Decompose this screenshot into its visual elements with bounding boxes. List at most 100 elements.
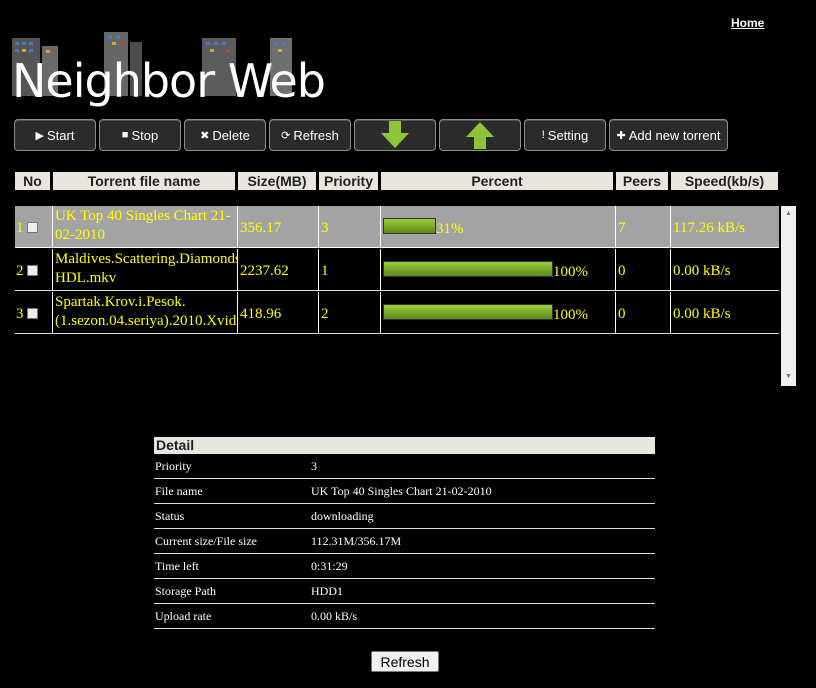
setting-icon: ! xyxy=(541,129,545,141)
setting-button[interactable]: ! Setting xyxy=(524,119,606,151)
delete-icon: ✖ xyxy=(200,129,210,142)
detail-value: 0:31:29 xyxy=(311,559,348,573)
detail-key: File name xyxy=(155,484,203,498)
detail-row: Upload rate 0.00 kB/s xyxy=(154,604,655,629)
torrent-peers: 7 xyxy=(618,220,626,236)
cell-peers: 0 xyxy=(616,292,671,333)
detail-value: 3 xyxy=(311,459,317,473)
col-peers: Peers xyxy=(616,172,668,190)
detail-row: Priority 3 xyxy=(154,454,655,479)
delete-button[interactable]: ✖ Delete xyxy=(184,119,266,151)
refresh-button[interactable]: ⟳ Refresh xyxy=(269,119,351,151)
scroll-down-icon[interactable]: ▼ xyxy=(785,373,792,380)
delete-label: Delete xyxy=(212,127,250,143)
detail-row: Status downloading xyxy=(154,504,655,529)
cell-speed: 117.26 kB/s xyxy=(671,206,779,247)
torrent-priority: 3 xyxy=(321,220,329,236)
table-row[interactable]: 1 UK Top 40 Singles Chart 21-02-2010 356.1… xyxy=(15,206,779,248)
detail-key: Storage Path xyxy=(155,584,216,598)
arrow-up-icon xyxy=(466,122,494,149)
cell-no: 2 xyxy=(15,249,53,290)
col-no: No xyxy=(15,172,50,190)
row-number: 2 xyxy=(16,263,24,279)
detail-row: File name UK Top 40 Singles Chart 21-02-2… xyxy=(154,479,655,504)
row-checkbox[interactable] xyxy=(27,308,38,319)
detail-row: Time left 0:31:29 xyxy=(154,554,655,579)
cell-priority: 2 xyxy=(319,292,381,333)
refresh-label: Refresh xyxy=(293,127,339,143)
cell-priority: 3 xyxy=(319,206,381,247)
progress-bar xyxy=(383,261,553,277)
detail-value: downloading xyxy=(311,509,374,523)
torrent-name: UK Top 40 Singles Chart 21-02-2010 xyxy=(55,208,231,243)
detail-value: 112.31M/356.17M xyxy=(311,534,402,548)
cell-size: 2237.62 xyxy=(238,249,319,290)
torrent-speed: 117.26 kB/s xyxy=(673,220,745,236)
add-torrent-button[interactable]: ✚ Add new torrent xyxy=(609,119,728,151)
cell-no: 3 xyxy=(15,292,53,333)
stop-button[interactable]: ■ Stop xyxy=(99,119,181,151)
setting-label: Setting xyxy=(547,127,589,143)
row-number: 1 xyxy=(16,220,24,236)
table-row[interactable]: 2 Maldives.Scattering.Diamonds HDL.mkv 223… xyxy=(15,249,779,291)
table-row[interactable]: 3 Spartak.Krov.i.Pesok.(1.sezon.04.seriya… xyxy=(15,292,779,334)
detail-panel: Detail Priority 3 File name UK Top 40 Singl… xyxy=(154,437,655,629)
row-checkbox[interactable] xyxy=(27,222,38,233)
scrollbar[interactable]: ▲ ▼ xyxy=(781,206,796,386)
move-up-button[interactable] xyxy=(439,119,521,151)
row-number: 3 xyxy=(16,306,24,322)
start-button[interactable]: ▶ Start xyxy=(14,119,96,151)
start-label: Start xyxy=(47,127,75,143)
progress-bar xyxy=(383,304,553,320)
cell-no: 1 xyxy=(15,206,53,247)
row-checkbox[interactable] xyxy=(27,265,38,276)
stop-icon: ■ xyxy=(121,129,129,141)
torrent-priority: 1 xyxy=(321,263,329,279)
torrent-name: Spartak.Krov.i.Pesok.(1.sezon.04.seriya)… xyxy=(55,294,237,329)
arrow-down-icon xyxy=(381,121,409,148)
cell-percent: 100% xyxy=(381,249,616,290)
detail-key: Priority xyxy=(155,459,192,473)
torrent-priority: 2 xyxy=(321,306,329,322)
plus-icon: ✚ xyxy=(616,129,626,142)
torrent-size: 2237.62 xyxy=(240,263,289,279)
col-size: Size(MB) xyxy=(238,172,316,190)
refresh-icon: ⟳ xyxy=(281,129,291,142)
torrent-name: Maldives.Scattering.Diamonds HDL.mkv xyxy=(55,251,238,286)
detail-row: Storage Path HDD1 xyxy=(154,579,655,604)
progress-percent: 100% xyxy=(553,307,588,323)
torrent-size: 356.17 xyxy=(240,220,282,236)
logo-text: Neighbor Web xyxy=(12,54,326,108)
cell-size: 356.17 xyxy=(238,206,319,247)
detail-key: Current size/File size xyxy=(155,534,257,548)
home-link[interactable]: Home xyxy=(731,16,764,30)
detail-key: Time left xyxy=(155,559,199,573)
stop-label: Stop xyxy=(131,127,159,143)
col-priority: Priority xyxy=(319,172,378,190)
move-down-button[interactable] xyxy=(354,119,436,151)
detail-refresh-button[interactable]: Refresh xyxy=(371,651,439,672)
torrent-peers: 0 xyxy=(618,263,626,279)
cell-percent: 100% xyxy=(381,292,616,333)
cell-speed: 0.00 kB/s xyxy=(671,292,779,333)
cell-priority: 1 xyxy=(319,249,381,290)
col-percent: Percent xyxy=(381,172,613,190)
torrent-speed: 0.00 kB/s xyxy=(673,306,731,322)
add-label: Add new torrent xyxy=(628,127,721,143)
torrent-speed: 0.00 kB/s xyxy=(673,263,731,279)
detail-value: 0.00 kB/s xyxy=(311,609,358,623)
torrent-list: 1 UK Top 40 Singles Chart 21-02-2010 356.1… xyxy=(15,206,779,386)
scroll-up-icon[interactable]: ▲ xyxy=(785,210,792,217)
cell-size: 418.96 xyxy=(238,292,319,333)
detail-title: Detail xyxy=(154,437,655,454)
col-speed: Speed(kb/s) xyxy=(671,172,778,190)
cell-speed: 0.00 kB/s xyxy=(671,249,779,290)
cell-name: Maldives.Scattering.Diamonds HDL.mkv xyxy=(53,249,238,290)
detail-key: Status xyxy=(155,509,185,523)
detail-value: HDD1 xyxy=(311,584,343,598)
torrent-size: 418.96 xyxy=(240,306,282,322)
cell-percent: 31% xyxy=(381,206,616,247)
col-name: Torrent file name xyxy=(53,172,235,190)
detail-value: UK Top 40 Singles Chart 21-02-2010 xyxy=(311,484,492,498)
detail-row: Current size/File size 112.31M/356.17M xyxy=(154,529,655,554)
